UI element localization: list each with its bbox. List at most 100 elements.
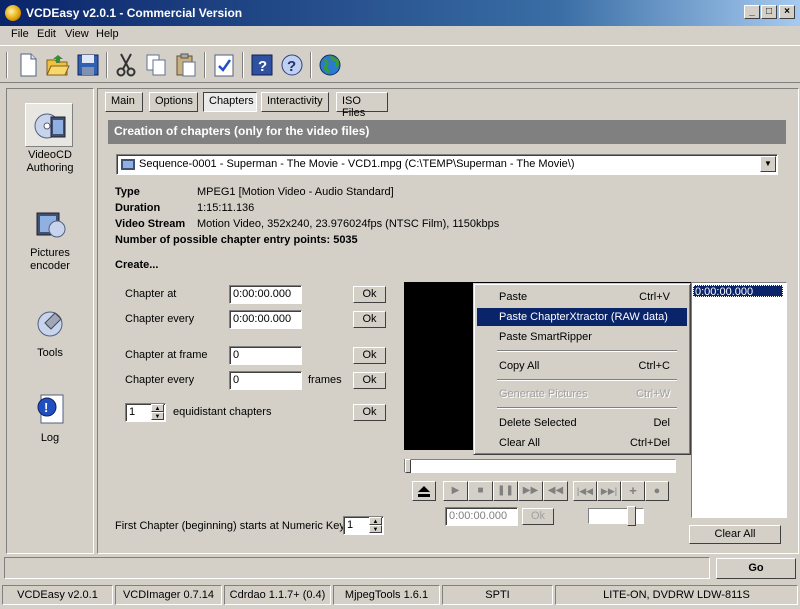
toolbar-separator — [106, 52, 108, 78]
chapter-list-item[interactable]: 0:00:00.000 — [693, 285, 783, 298]
add-chapter-icon[interactable]: + — [621, 481, 645, 501]
toolbar-separator — [310, 52, 312, 78]
whats-this-icon[interactable]: ? — [278, 51, 306, 79]
chapter-at-input[interactable]: 0:00:00.000 — [229, 285, 302, 304]
create-label: Create... — [115, 259, 159, 271]
ctx-paste[interactable]: Paste Ctrl+V — [477, 288, 687, 306]
nav-log[interactable]: ! Log — [7, 392, 93, 445]
tab-options[interactable]: Options — [149, 92, 198, 112]
player-ok-button[interactable]: Ok — [522, 508, 554, 525]
nav-label-tools: Tools — [37, 347, 63, 359]
pause-icon[interactable]: ❚❚ — [493, 481, 518, 501]
nav-label-pictures: Pictures encoder — [30, 247, 70, 272]
check-icon[interactable] — [210, 51, 238, 79]
cut-icon[interactable] — [112, 51, 140, 79]
chapter-at-ok-button[interactable]: Ok — [353, 286, 386, 303]
nav-pictures-encoder[interactable]: Pictures encoder — [7, 207, 93, 273]
video-file-icon — [120, 158, 136, 171]
title-bar: VCDEasy v2.0.1 - Commercial Version _ □ … — [0, 0, 800, 26]
tab-main[interactable]: Main — [105, 92, 143, 112]
web-globe-icon[interactable] — [316, 51, 344, 79]
tab-iso-files[interactable]: ISO Files — [336, 92, 388, 119]
equidistant-ok-button[interactable]: Ok — [353, 404, 386, 421]
entry-points-count: Number of possible chapter entry points:… — [115, 234, 358, 246]
menu-file[interactable]: File — [11, 28, 29, 40]
chapter-every-ok-button[interactable]: Ok — [353, 311, 386, 328]
chapter-at-frame-ok-button[interactable]: Ok — [353, 347, 386, 364]
nav-videocd-authoring[interactable]: VideoCD Authoring — [7, 109, 93, 175]
volume-thumb[interactable] — [627, 506, 636, 526]
ctx-delete-selected[interactable]: Delete Selected Del — [477, 414, 687, 432]
minimize-button[interactable]: _ — [744, 5, 760, 19]
ctx-generate-pictures-label: Generate Pictures — [499, 388, 588, 400]
tab-interactivity[interactable]: Interactivity — [261, 92, 329, 112]
open-icon[interactable] — [44, 51, 72, 79]
chapter-list[interactable]: 0:00:00.000 — [691, 282, 787, 518]
previous-chapter-icon[interactable]: |◀◀ — [573, 481, 597, 501]
chapter-every-label: Chapter every — [125, 313, 195, 325]
nav-label-log: Log — [40, 432, 60, 444]
seek-thumb[interactable] — [405, 459, 411, 473]
ctx-paste-chapterxtractor[interactable]: Paste ChapterXtractor (RAW data) — [477, 308, 687, 326]
equidistant-spinner[interactable]: 1 ▲ ▼ — [125, 403, 166, 422]
go-button[interactable]: Go — [716, 558, 796, 579]
ctx-clear-all-label: Clear All — [499, 437, 540, 449]
chapter-every-frames-input[interactable]: 0 — [229, 371, 302, 390]
player-time-input[interactable]: 0:00:00.000 — [445, 507, 518, 526]
type-value: MPEG1 [Motion Video - Audio Standard] — [197, 186, 394, 198]
menu-help[interactable]: Help — [96, 28, 119, 40]
status-bar: VCDEasy v2.0.1 VCDImager 0.7.14 Cdrdao 1… — [0, 583, 800, 607]
ctx-clear-all[interactable]: Clear All Ctrl+Del — [477, 434, 687, 452]
pictures-encoder-icon — [33, 207, 67, 241]
close-button[interactable]: × — [779, 5, 795, 19]
toolbar-grip — [6, 52, 8, 78]
ctx-delete-selected-label: Delete Selected — [499, 417, 577, 429]
nav-tools[interactable]: Tools — [7, 307, 93, 360]
stop-icon[interactable]: ■ — [468, 481, 493, 501]
save-icon[interactable] — [74, 51, 102, 79]
status-cdrdao-version: Cdrdao 1.1.7+ (0.4) — [224, 585, 331, 605]
spinner-up-icon[interactable]: ▲ — [369, 517, 382, 525]
equidistant-value: 1 — [129, 406, 136, 418]
new-icon[interactable] — [14, 51, 42, 79]
fast-forward-icon[interactable]: ▶▶ — [518, 481, 543, 501]
eject-button[interactable] — [412, 481, 436, 501]
record-icon[interactable]: ● — [645, 481, 669, 501]
spinner-up-icon[interactable]: ▲ — [151, 404, 164, 412]
ctx-paste-label: Paste — [499, 291, 528, 303]
chapter-every-input[interactable]: 0:00:00.000 — [229, 310, 302, 329]
menu-edit[interactable]: Edit — [37, 28, 56, 40]
ctx-paste-chapterxtractor-label: Paste ChapterXtractor (RAW data) — [499, 311, 668, 323]
chapter-at-frame-input[interactable]: 0 — [229, 346, 302, 365]
play-icon[interactable]: ▶ — [443, 481, 468, 501]
chapter-every-frames-label: Chapter every — [125, 374, 195, 386]
menu-view[interactable]: View — [65, 28, 89, 40]
next-chapter-icon[interactable]: ▶▶| — [597, 481, 621, 501]
video-stream-label: Video Stream — [115, 218, 186, 230]
copy-icon[interactable] — [142, 51, 170, 79]
spinner-down-icon[interactable]: ▼ — [151, 412, 164, 420]
paste-icon[interactable] — [172, 51, 200, 79]
chapter-at-frame-label: Chapter at frame — [125, 349, 208, 361]
context-menu: Paste Ctrl+V Paste ChapterXtractor (RAW … — [473, 283, 691, 455]
ctx-paste-smartripper[interactable]: Paste SmartRipper — [477, 328, 687, 346]
dropdown-arrow-icon[interactable]: ▼ — [760, 156, 776, 172]
rewind-icon[interactable]: ◀◀ — [543, 481, 568, 501]
file-select[interactable]: Sequence-0001 - Superman - The Movie - V… — [116, 154, 778, 175]
help-book-icon[interactable]: ? — [248, 51, 276, 79]
maximize-button[interactable]: □ — [761, 5, 777, 19]
ctx-copy-all[interactable]: Copy All Ctrl+C — [477, 357, 687, 375]
first-chapter-value: 1 — [347, 519, 354, 531]
first-chapter-spinner[interactable]: 1 ▲ ▼ — [343, 516, 384, 535]
menu-bar: File Edit View Help — [0, 26, 800, 44]
spinner-down-icon[interactable]: ▼ — [369, 525, 382, 533]
chapter-every-frames-ok-button[interactable]: Ok — [353, 372, 386, 389]
seek-bar[interactable] — [404, 459, 676, 473]
videocd-icon — [33, 109, 67, 143]
tab-chapters[interactable]: Chapters — [203, 92, 257, 112]
duration-value: 1:15:11.136 — [197, 202, 255, 214]
ctx-generate-pictures: Generate Pictures Ctrl+W — [477, 385, 687, 403]
nav-label-videocd: VideoCD Authoring — [26, 149, 74, 174]
volume-slider[interactable] — [588, 506, 644, 526]
clear-all-button[interactable]: Clear All — [689, 525, 781, 544]
